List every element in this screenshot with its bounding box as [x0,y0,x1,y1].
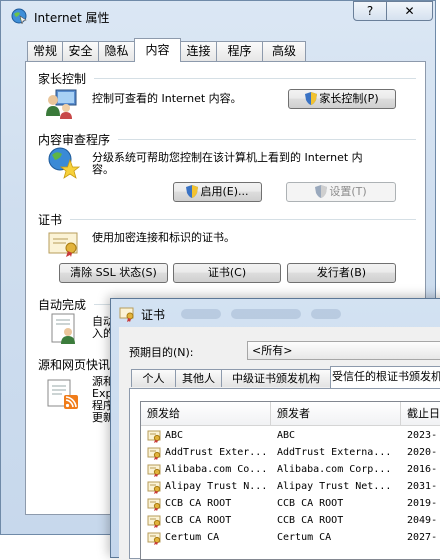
table-row[interactable]: CCB CA ROOT CCB CA ROOT 2049- [141,513,440,530]
publishers-button[interactable]: 发行者(B) [287,263,396,283]
cell-issued-by: CCB CA ROOT [277,498,344,509]
cell-issued-to: CCB CA ROOT [165,515,232,526]
blurred-title-area [311,309,341,319]
title-bar[interactable]: Internet 属性 ? ✕ [1,1,435,31]
certificate-icon [147,447,161,460]
cell-issued-to: ABC [165,430,184,441]
cell-issued-to: Certum CA [165,532,220,543]
certificate-icon [147,532,161,545]
cell-expiration: 2023- [407,430,438,441]
tab-general[interactable]: 常规 [27,41,63,61]
cell-issued-by: CCB CA ROOT [277,515,344,526]
enable-button-label: 启用(E)... [200,185,249,198]
cell-expiration: 2016- [407,464,438,475]
cell-expiration: 2020- [407,447,438,458]
group-divider [94,78,416,79]
cell-expiration: 2019- [407,498,438,509]
autocomplete-group-title: 自动完成 [38,298,87,312]
autocomplete-icon [51,313,75,344]
tab-intermediate-ca[interactable]: 中级证书颁发机构 [221,369,331,387]
tab-other-people[interactable]: 其他人 [175,369,222,387]
certificates-group-title: 证书 [38,213,63,227]
intended-purpose-label: 预期目的(N): [129,346,194,359]
parental-controls-group-title: 家长控制 [38,72,87,86]
certificate-icon [147,430,161,443]
uac-shield-icon [305,92,318,105]
cell-issued-to: Alibaba.com Co... [165,464,268,475]
tab-programs[interactable]: 程序 [216,41,263,61]
tab-connections[interactable]: 连接 [180,41,217,61]
cell-issued-to: AddTrust Exter... [165,447,268,458]
tab-trusted-root-ca[interactable]: 受信任的根证书颁发机构 [330,366,440,388]
close-button[interactable]: ✕ [386,1,433,21]
table-row[interactable]: Alibaba.com Co... Alibaba.com Corp... 2016… [141,462,440,479]
cell-expiration: 2049- [407,515,438,526]
cell-issued-to: CCB CA ROOT [165,498,232,509]
feeds-group-title: 源和网页快讯 [38,358,111,372]
group-divider [70,219,416,220]
parental-controls-button[interactable]: 家长控制(P) [288,89,396,109]
table-row[interactable]: CCB CA ROOT CCB CA ROOT 2019- [141,496,440,513]
cell-expiration: 2027- [407,532,438,543]
cell-issued-by: AddTrust Externa... [277,447,392,458]
certificate-list[interactable]: 颁发给 颁发者 截止日 ABC ABC 2023- AddTrust Exter...… [140,401,440,560]
tab-advanced[interactable]: 高级 [262,41,306,61]
advisor-settings-button[interactable]: 设置(T) [286,182,396,202]
content-advisor-icon [48,147,80,179]
help-button[interactable]: ? [353,1,387,21]
intended-purpose-select[interactable]: <所有> [247,341,440,360]
clear-ssl-state-button[interactable]: 清除 SSL 状态(S) [59,263,168,283]
certificates-description: 使用加密连接和标识的证书。 [92,231,235,244]
parental-controls-description: 控制可查看的 Internet 内容。 [92,92,242,105]
certificate-icon [147,481,161,494]
cell-issued-to: Alipay Trust N... [165,481,268,492]
cell-expiration: 2031- [407,481,438,492]
content-advisor-description-2: 容。 [92,163,114,176]
column-issued-to[interactable]: 颁发给 [141,402,271,426]
tab-personal[interactable]: 个人 [131,369,176,387]
uac-shield-icon [315,185,328,198]
feeds-icon [47,379,78,409]
intended-purpose-value: <所有> [252,344,293,357]
table-row[interactable]: Certum CA Certum CA 2027- [141,530,440,547]
certificates-panel: 预期目的(N): <所有> 个人 其他人 中级证书颁发机构 受信任的根证书颁发机… [119,327,440,560]
cell-issued-by: ABC [277,430,296,441]
table-row[interactable]: Alipay Trust N... Alipay Trust Net... 2031… [141,479,440,496]
cell-issued-by: Alipay Trust Net... [277,481,392,492]
cell-issued-by: Certum CA [277,532,332,543]
parental-controls-icon [46,89,77,119]
content-advisor-description-1: 分级系统可帮助您控制在该计算机上看到的 Internet 内 [92,151,363,164]
internet-options-icon [11,8,27,24]
parental-controls-button-label: 家长控制(P) [319,92,379,105]
certificate-title-icon [119,307,134,322]
table-row[interactable]: AddTrust Exter... AddTrust Externa... 2020… [141,445,440,462]
column-issued-by[interactable]: 颁发者 [271,402,401,426]
certificate-icon [147,464,161,477]
window-title: Internet 属性 [34,11,110,25]
blurred-title-area [231,309,301,319]
cell-issued-by: Alibaba.com Corp... [277,464,392,475]
certificate-icon [48,232,78,257]
column-expiration[interactable]: 截止日 [401,402,440,426]
advisor-settings-button-label: 设置(T) [329,185,367,198]
group-divider [118,139,416,140]
window-title: 证书 [141,308,166,322]
certificate-list-pane: 颁发给 颁发者 截止日 ABC ABC 2023- AddTrust Exter...… [129,388,440,560]
tab-privacy[interactable]: 隐私 [98,41,135,61]
tab-content[interactable]: 内容 [134,38,181,62]
certificates-window: 证书 预期目的(N): <所有> 个人 其他人 中级证书颁发机构 受信任的根证书… [110,298,440,560]
certificates-button[interactable]: 证书(C) [173,263,281,283]
enable-button[interactable]: 启用(E)... [173,182,262,202]
uac-shield-icon [186,185,199,198]
blurred-title-area [181,309,221,319]
certificate-icon [147,498,161,511]
table-row[interactable]: ABC ABC 2023- [141,428,440,445]
tab-security[interactable]: 安全 [62,41,99,61]
certificate-icon [147,515,161,528]
